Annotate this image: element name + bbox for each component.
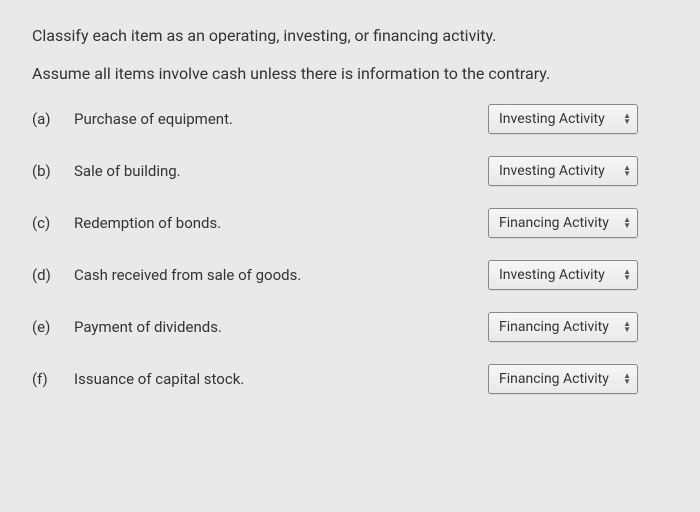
question-row-c: (c) Redemption of bonds. Financing Activ… bbox=[32, 208, 668, 238]
question-row-f: (f) Issuance of capital stock. Financing… bbox=[32, 364, 668, 394]
sort-arrows-icon: ▲▼ bbox=[623, 165, 631, 177]
sort-arrows-icon: ▲▼ bbox=[623, 113, 631, 125]
question-row-e: (e) Payment of dividends. Financing Acti… bbox=[32, 312, 668, 342]
instructions-block: Classify each item as an operating, inve… bbox=[32, 24, 668, 86]
activity-select-f[interactable]: Financing Activity ▲▼ bbox=[488, 364, 638, 394]
question-text: Redemption of bonds. bbox=[64, 214, 488, 232]
select-value: Financing Activity bbox=[499, 215, 609, 231]
activity-select-a[interactable]: Investing Activity ▲▼ bbox=[488, 104, 638, 134]
sort-arrows-icon: ▲▼ bbox=[623, 321, 631, 333]
question-letter: (f) bbox=[32, 370, 64, 388]
question-row-a: (a) Purchase of equipment. Investing Act… bbox=[32, 104, 668, 134]
question-letter: (a) bbox=[32, 110, 64, 128]
question-letter: (c) bbox=[32, 214, 64, 232]
question-text: Cash received from sale of goods. bbox=[64, 266, 488, 284]
activity-select-d[interactable]: Investing Activity ▲▼ bbox=[488, 260, 638, 290]
activity-select-c[interactable]: Financing Activity ▲▼ bbox=[488, 208, 638, 238]
select-value: Financing Activity bbox=[499, 319, 609, 335]
select-value: Investing Activity bbox=[499, 111, 605, 127]
instruction-line-2: Assume all items involve cash unless the… bbox=[32, 62, 668, 86]
sort-arrows-icon: ▲▼ bbox=[623, 269, 631, 281]
activity-select-b[interactable]: Investing Activity ▲▼ bbox=[488, 156, 638, 186]
select-value: Financing Activity bbox=[499, 371, 609, 387]
question-text: Sale of building. bbox=[64, 162, 488, 180]
question-text: Payment of dividends. bbox=[64, 318, 488, 336]
select-value: Investing Activity bbox=[499, 163, 605, 179]
activity-select-e[interactable]: Financing Activity ▲▼ bbox=[488, 312, 638, 342]
sort-arrows-icon: ▲▼ bbox=[623, 217, 631, 229]
select-value: Investing Activity bbox=[499, 267, 605, 283]
question-letter: (b) bbox=[32, 162, 64, 180]
question-letter: (e) bbox=[32, 318, 64, 336]
question-row-d: (d) Cash received from sale of goods. In… bbox=[32, 260, 668, 290]
question-letter: (d) bbox=[32, 266, 64, 284]
question-row-b: (b) Sale of building. Investing Activity… bbox=[32, 156, 668, 186]
question-text: Purchase of equipment. bbox=[64, 110, 488, 128]
sort-arrows-icon: ▲▼ bbox=[623, 373, 631, 385]
question-text: Issuance of capital stock. bbox=[64, 370, 488, 388]
instruction-line-1: Classify each item as an operating, inve… bbox=[32, 24, 668, 48]
